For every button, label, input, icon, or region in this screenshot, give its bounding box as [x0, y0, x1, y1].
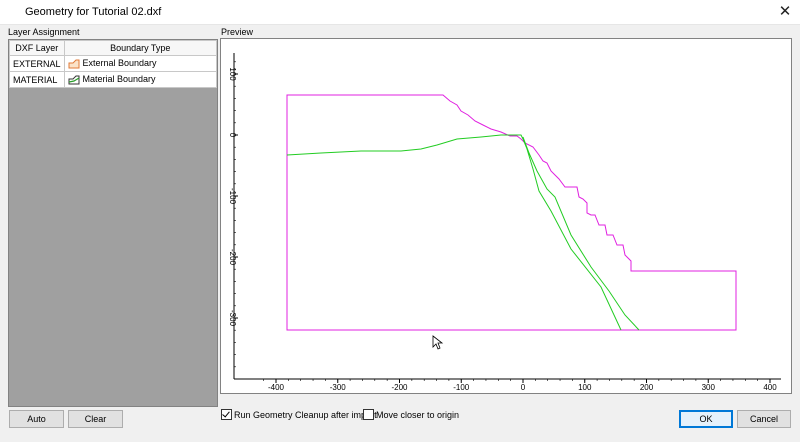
x-tick-label: -300	[330, 383, 347, 392]
boundary-type-label: Material Boundary	[82, 74, 156, 85]
layer-assignment-panel: DXF Layer Boundary Type EXTERNAL Externa…	[8, 39, 218, 407]
layer-assignment-label: Layer Assignment	[8, 27, 80, 37]
geometry-preview: -400 -300 -200 -100 0 100 200 300 400 100 0 -100 -2…	[228, 53, 781, 392]
x-tick-label: -200	[391, 383, 408, 392]
x-tick-label: -100	[453, 383, 470, 392]
x-tick-label: 100	[578, 383, 592, 392]
move-closer-label: Move closer to origin	[376, 409, 460, 420]
ok-button[interactable]: OK	[679, 410, 733, 428]
layer-table: DXF Layer Boundary Type EXTERNAL Externa…	[9, 40, 218, 88]
x-tick-label: 0	[521, 383, 526, 392]
cancel-button[interactable]: Cancel	[737, 410, 791, 428]
material-boundary-line	[286, 134, 640, 331]
move-closer-option[interactable]: Move closer to origin	[363, 409, 459, 420]
layer-name: EXTERNAL	[9, 55, 65, 72]
column-header-dxf-layer: DXF Layer	[9, 40, 65, 56]
close-icon[interactable]: ✕	[774, 2, 796, 22]
table-row[interactable]: EXTERNAL External Boundary	[9, 55, 218, 72]
axes: -400 -300 -200 -100 0 100 200 300 400 100 0 -100 -2…	[228, 53, 781, 392]
x-tick-label: -400	[268, 383, 285, 392]
table-row[interactable]: MATERIAL Material Boundary	[9, 71, 218, 88]
y-ticks: 100 0 -100 -200 -300	[228, 67, 238, 327]
external-boundary-icon	[68, 59, 80, 69]
mouse-pointer-icon	[432, 335, 444, 350]
boundary-type-label: External Boundary	[82, 58, 157, 69]
run-cleanup-option[interactable]: Run Geometry Cleanup after import	[221, 409, 377, 420]
y-tick-label: -300	[228, 310, 237, 327]
preview-label: Preview	[221, 27, 254, 37]
title-bar: Geometry for Tutorial 02.dxf ✕	[0, 0, 800, 25]
column-header-boundary-type: Boundary Type	[63, 40, 218, 56]
external-boundary-line	[286, 94, 737, 331]
material-boundary-icon	[68, 75, 80, 85]
x-tick-label: 200	[640, 383, 654, 392]
x-ticks: -400 -300 -200 -100 0 100 200 300 400	[268, 379, 777, 392]
layer-name: MATERIAL	[9, 71, 65, 88]
y-tick-label: 0	[228, 133, 237, 138]
y-tick-label: -200	[228, 249, 237, 266]
x-tick-label: 300	[702, 383, 716, 392]
layer-table-header: DXF Layer Boundary Type	[9, 40, 218, 56]
clear-button[interactable]: Clear	[68, 410, 123, 428]
minor-ticks	[234, 61, 771, 381]
boundary-type-cell[interactable]: External Boundary	[63, 55, 218, 72]
preview-canvas[interactable]: -400 -300 -200 -100 0 100 200 300 400 100 0 -100 -2…	[220, 38, 792, 394]
run-cleanup-checkbox[interactable]	[221, 409, 232, 420]
boundary-type-cell[interactable]: Material Boundary	[63, 71, 218, 88]
y-tick-label: 100	[228, 67, 237, 81]
run-cleanup-label: Run Geometry Cleanup after import	[234, 409, 377, 420]
auto-button[interactable]: Auto	[9, 410, 64, 428]
move-closer-checkbox[interactable]	[363, 409, 374, 420]
y-tick-label: -100	[228, 188, 237, 205]
window-title: Geometry for Tutorial 02.dxf	[25, 6, 162, 18]
x-tick-label: 400	[763, 383, 777, 392]
